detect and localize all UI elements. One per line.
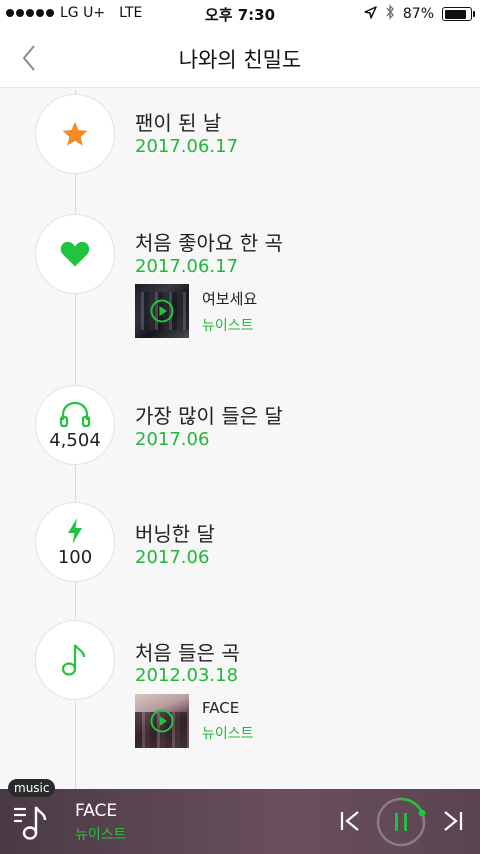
play-overlay-icon — [150, 299, 174, 323]
chevron-left-icon — [22, 45, 35, 71]
status-bar: LG U+ LTE 오후 7:30 87% — [0, 0, 480, 28]
player-song-title: FACE — [75, 801, 118, 821]
headphones-icon — [59, 401, 91, 427]
location-icon — [364, 5, 377, 23]
bluetooth-icon — [385, 4, 395, 24]
timeline-badge: 4,504 — [35, 385, 115, 465]
mini-player[interactable]: music FACE 뉴이스트 — [0, 779, 480, 854]
song-card[interactable]: FACE 뉴이스트 — [135, 694, 254, 748]
next-track-button[interactable] — [442, 809, 464, 837]
song-artist: 뉴이스트 — [202, 726, 254, 742]
playlist-music-icon — [14, 806, 47, 840]
song-meta: FACE 뉴이스트 — [202, 699, 254, 743]
playlist-button[interactable] — [12, 803, 52, 847]
pause-button[interactable] — [375, 796, 427, 848]
timeline-item-date: 2012.03.18 — [135, 665, 239, 686]
play-overlay-icon — [150, 709, 174, 733]
timeline-item-title: 가장 많이 들은 달 — [135, 404, 283, 428]
skip-previous-icon — [340, 811, 359, 831]
burning-count: 100 — [57, 546, 93, 568]
header: 나와의 친밀도 — [0, 28, 480, 88]
battery-level — [444, 9, 467, 19]
timeline-badge — [35, 94, 115, 174]
timeline-badge: 100 — [35, 502, 115, 582]
battery-percent: 87% — [402, 6, 434, 22]
page-title: 나와의 친밀도 — [178, 48, 302, 72]
previous-track-button[interactable] — [339, 809, 361, 837]
skip-next-icon — [444, 811, 463, 831]
player-artist: 뉴이스트 — [75, 827, 127, 843]
album-art-thumbnail[interactable] — [135, 284, 189, 338]
carrier-name: LG U+ — [60, 5, 106, 21]
timeline-badge — [35, 214, 115, 294]
battery-icon — [442, 7, 475, 21]
timeline-item-date: 2017.06 — [135, 429, 210, 450]
lightning-icon — [68, 517, 82, 544]
back-button[interactable] — [14, 40, 44, 76]
song-title: FACE — [202, 699, 240, 717]
heart-icon — [60, 241, 90, 267]
timeline-item-date: 2017.06.17 — [135, 256, 239, 277]
song-artist: 뉴이스트 — [202, 317, 254, 334]
signal-strength-icon — [6, 9, 54, 17]
timeline-item-title: 처음 좋아요 한 곡 — [135, 231, 283, 255]
timeline-item-title: 버닝한 달 — [135, 522, 215, 546]
status-left: LG U+ LTE — [6, 5, 142, 21]
timeline-item-date: 2017.06.17 — [135, 136, 239, 157]
intimacy-timeline: 팬이 된 날 2017.06.17 처음 좋아요 한 곡 2017.06.17 … — [0, 89, 480, 789]
network-type: LTE — [119, 5, 143, 21]
star-icon — [62, 121, 88, 146]
album-art-thumbnail[interactable] — [135, 694, 189, 748]
timeline-item-date: 2017.06 — [135, 547, 210, 568]
music-tab-label[interactable]: music — [8, 779, 56, 797]
listen-count: 4,504 — [49, 429, 101, 451]
timeline-item-title: 팬이 된 날 — [135, 111, 222, 135]
song-card[interactable]: 여보세요 뉴이스트 — [135, 284, 257, 338]
music-note-icon — [61, 644, 86, 676]
timeline-item-title: 처음 들은 곡 — [135, 641, 240, 665]
status-right: 87% — [364, 4, 475, 24]
song-title: 여보세요 — [202, 289, 258, 308]
pause-icon — [376, 797, 426, 847]
song-meta: 여보세요 뉴이스트 — [202, 288, 257, 335]
timeline-badge — [35, 620, 115, 700]
